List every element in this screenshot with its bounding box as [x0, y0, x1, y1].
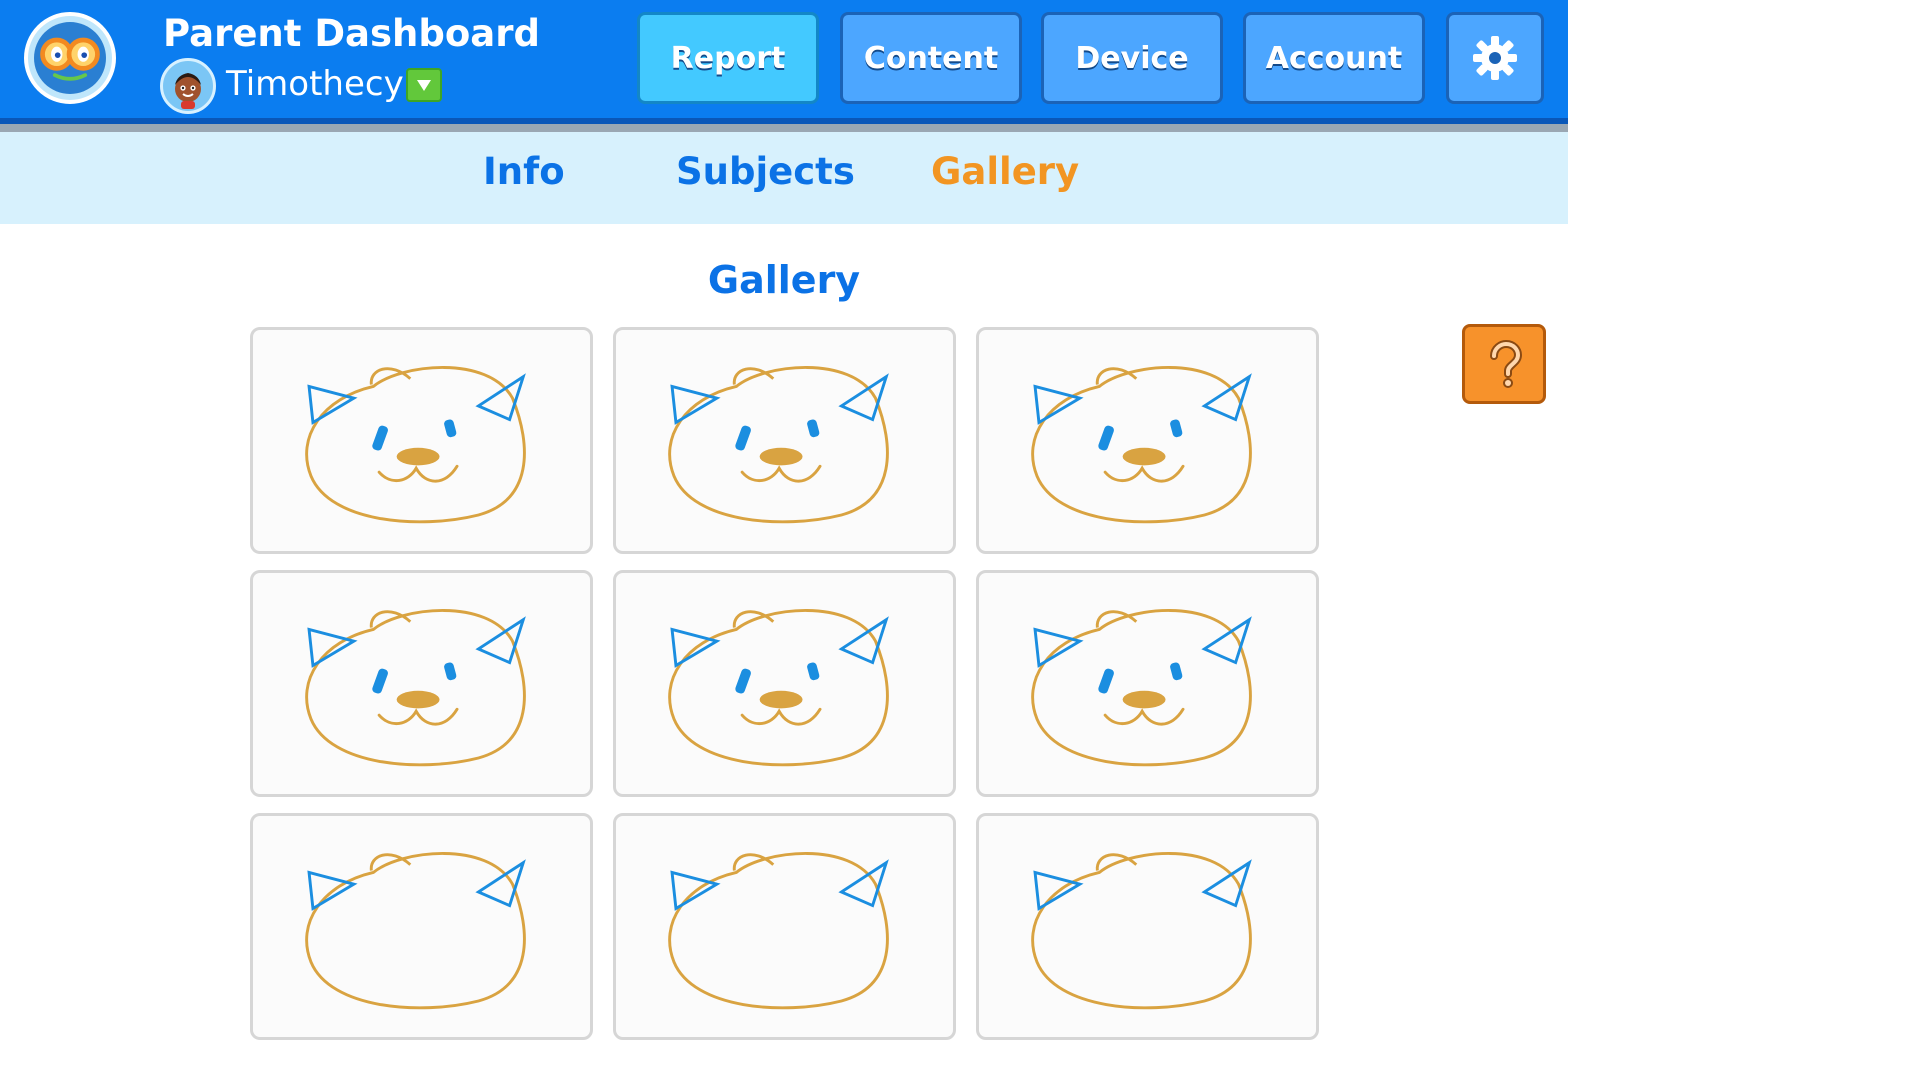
gallery-item[interactable]: [613, 327, 956, 554]
page-header-title: Parent Dashboard: [163, 12, 540, 55]
gear-icon: [1473, 36, 1517, 80]
help-button[interactable]: [1462, 324, 1546, 404]
gallery-item[interactable]: [976, 813, 1319, 1040]
username[interactable]: Timothecy: [226, 64, 404, 104]
cat-drawing-icon: [1031, 852, 1252, 1010]
gallery-item[interactable]: [250, 327, 593, 554]
gallery-item[interactable]: [613, 570, 956, 797]
gallery-item[interactable]: [250, 570, 593, 797]
tab-info[interactable]: Info: [483, 150, 565, 193]
nav-report-button[interactable]: Report: [637, 12, 819, 104]
child-avatar-icon: [175, 73, 201, 109]
nav-device-button[interactable]: Device: [1041, 12, 1223, 104]
tab-gallery[interactable]: Gallery: [931, 150, 1079, 193]
header-shadow: [0, 124, 1568, 132]
cat-drawing-icon: [305, 366, 526, 524]
top-header: Parent Dashboard Timothecy Report Conten…: [0, 0, 1568, 124]
logo-face-graphic: [40, 37, 100, 81]
app-logo-icon[interactable]: [24, 12, 116, 104]
cat-drawing-icon: [305, 852, 526, 1010]
cat-drawing-icon: [668, 366, 889, 524]
page-title: Gallery: [707, 258, 861, 302]
avatar[interactable]: [160, 58, 216, 114]
gallery-grid: [250, 327, 1320, 1040]
logo-face: [34, 22, 106, 94]
dropdown-triangle: [417, 80, 431, 91]
cat-drawing-icon: [1031, 609, 1252, 767]
nav-account-button[interactable]: Account: [1243, 12, 1425, 104]
cat-drawing-icon: [305, 609, 526, 767]
gallery-item[interactable]: [250, 813, 593, 1040]
gallery-item[interactable]: [976, 327, 1319, 554]
chevron-down-icon[interactable]: [406, 68, 442, 102]
nav-content-button[interactable]: Content: [840, 12, 1022, 104]
cat-drawing-icon: [1031, 366, 1252, 524]
section-tabs: Info Subjects Gallery: [0, 132, 1568, 224]
gallery-item[interactable]: [976, 570, 1319, 797]
tab-subjects[interactable]: Subjects: [676, 150, 855, 193]
question-icon: [1490, 339, 1523, 388]
cat-drawing-icon: [668, 852, 889, 1010]
cat-drawing-icon: [668, 609, 889, 767]
gallery-item[interactable]: [613, 813, 956, 1040]
settings-button[interactable]: [1446, 12, 1544, 104]
